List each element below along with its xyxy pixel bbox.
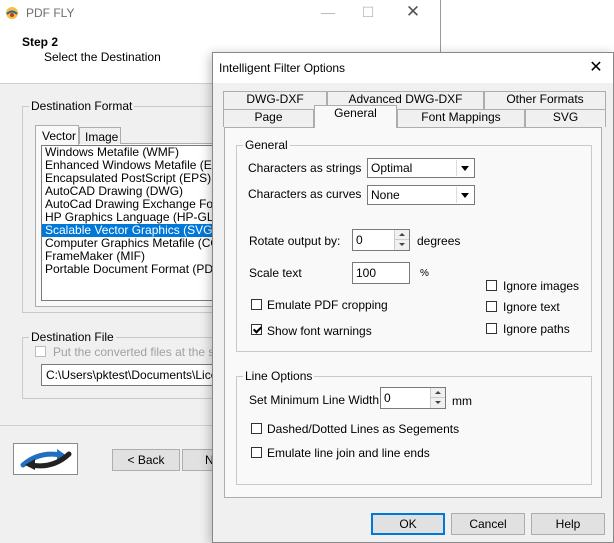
emulate-pdf-cropping-label: Emulate PDF cropping (267, 298, 388, 312)
emulate-line-join-label: Emulate line join and line ends (267, 446, 430, 460)
chars-as-curves-label: Characters as curves (248, 187, 362, 201)
pdf-fly-logo-button[interactable] (13, 443, 78, 475)
destination-path-input[interactable]: C:\Users\pktest\Documents\Licens (41, 364, 231, 386)
destination-format-label: Destination Format (29, 99, 135, 113)
line-options-label: Line Options (243, 369, 315, 383)
rotate-spinbox[interactable]: 0 (352, 229, 410, 251)
tab-other-formats[interactable]: Other Formats (484, 91, 606, 109)
dialog-close-icon[interactable]: ✕ (585, 58, 607, 78)
maximize-icon[interactable]: ☐ (358, 3, 378, 21)
show-font-warnings-checkbox[interactable] (251, 324, 262, 335)
put-same-folder-checkbox[interactable] (35, 346, 46, 357)
min-line-width-label: Set Minimum Line Width (249, 393, 380, 407)
pdf-fly-app-icon (6, 7, 18, 19)
close-icon[interactable]: ✕ (403, 3, 423, 21)
dialog-title: Intelligent Filter Options (219, 61, 346, 75)
minimize-icon[interactable]: — (318, 3, 338, 21)
scale-text-label: Scale text (249, 266, 302, 280)
emulate-line-join-checkbox[interactable] (251, 447, 262, 458)
tab-page[interactable]: Page (223, 109, 314, 127)
help-button[interactable]: Help (531, 513, 605, 535)
show-font-warnings-label: Show font warnings (267, 324, 372, 338)
emulate-pdf-cropping-checkbox[interactable] (251, 299, 262, 310)
tab-dwg-dxf[interactable]: DWG-DXF (223, 91, 327, 109)
spin-up-icon[interactable] (430, 388, 445, 398)
min-line-width-spinbox[interactable]: 0 (380, 387, 446, 409)
back-button[interactable]: < Back (112, 449, 180, 471)
pdf-fly-title: PDF FLY (26, 6, 75, 20)
chevron-down-icon (456, 160, 473, 176)
destination-file-label: Destination File (29, 330, 116, 344)
format-list[interactable]: Windows Metafile (WMF) Enhanced Windows M… (41, 145, 220, 301)
format-list-item[interactable]: Portable Document Format (PDF) (42, 263, 220, 276)
step-subtitle: Select the Destination (44, 50, 161, 64)
ignore-images-checkbox[interactable] (486, 280, 497, 291)
ignore-text-label: Ignore text (503, 300, 560, 314)
tab-font-mappings[interactable]: Font Mappings (397, 109, 525, 127)
chevron-down-icon (456, 187, 473, 203)
ignore-paths-label: Ignore paths (503, 322, 570, 336)
chars-as-curves-select[interactable]: None (367, 185, 475, 205)
intelligent-filter-dialog: Intelligent Filter Options ✕ DWG-DXF Adv… (212, 52, 614, 543)
general-group-label: General (243, 138, 290, 152)
arrows-logo-icon (20, 449, 72, 470)
spin-down-icon[interactable] (430, 398, 445, 408)
dialog-title-bar: Intelligent Filter Options ✕ (213, 53, 613, 83)
tab-general[interactable]: General (314, 105, 397, 128)
dashed-lines-label: Dashed/Dotted Lines as Segements (267, 422, 460, 436)
percent-label: % (420, 268, 429, 279)
degrees-label: degrees (417, 234, 461, 248)
ignore-text-checkbox[interactable] (486, 301, 497, 312)
tab-svg[interactable]: SVG (525, 109, 606, 127)
step-title: Step 2 (22, 35, 59, 49)
spin-down-icon[interactable] (394, 240, 409, 250)
chars-as-strings-select[interactable]: Optimal (367, 158, 475, 178)
cancel-button[interactable]: Cancel (451, 513, 525, 535)
scale-text-input[interactable]: 100 (352, 262, 410, 284)
tab-vector[interactable]: Vector (35, 125, 79, 145)
pdf-fly-title-bar: PDF FLY — ☐ ✕ (0, 0, 440, 27)
dashed-lines-checkbox[interactable] (251, 423, 262, 434)
tab-image[interactable]: Image (79, 127, 121, 144)
chars-as-strings-label: Characters as strings (248, 161, 362, 175)
rotate-label: Rotate output by: (249, 234, 341, 248)
ignore-images-label: Ignore images (503, 279, 580, 293)
spin-up-icon[interactable] (394, 230, 409, 240)
mm-label: mm (452, 394, 472, 408)
ignore-paths-checkbox[interactable] (486, 323, 497, 334)
put-same-folder-label: Put the converted files at the same (53, 345, 238, 359)
ok-button[interactable]: OK (371, 513, 445, 535)
